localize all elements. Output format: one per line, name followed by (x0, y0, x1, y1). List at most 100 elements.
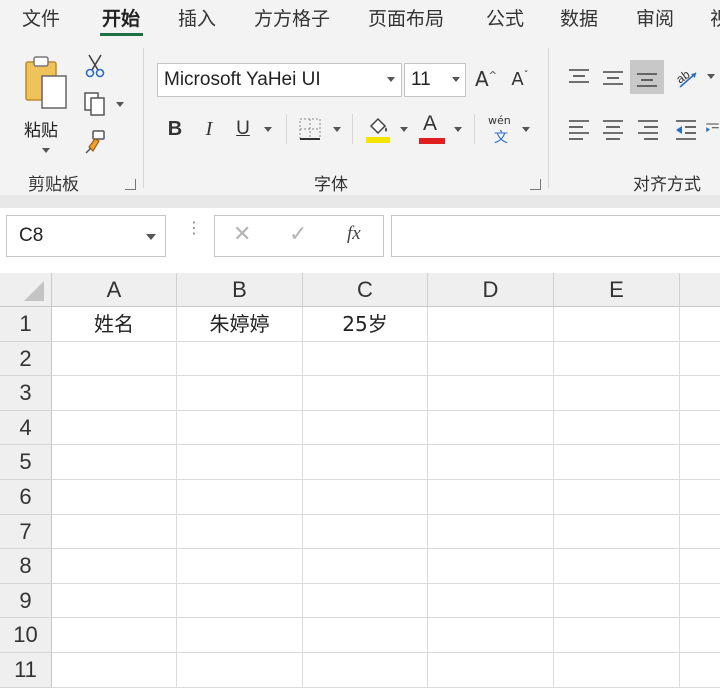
row-header-1[interactable]: 1 (0, 307, 52, 342)
more-options-icon[interactable]: ⋮ (186, 220, 202, 236)
font-size-dropdown[interactable]: 11 (404, 63, 466, 97)
row-header-2[interactable]: 2 (0, 341, 52, 377)
chevron-down-icon[interactable] (146, 234, 156, 240)
cell-a9[interactable] (52, 583, 177, 619)
phonetic-dropdown-arrow[interactable] (522, 127, 530, 132)
align-right-button[interactable] (634, 114, 662, 144)
borders-dropdown-arrow[interactable] (333, 127, 341, 132)
cell-a6[interactable] (52, 480, 177, 515)
cell-e8[interactable] (554, 549, 680, 584)
align-center-button[interactable] (599, 114, 627, 144)
decrease-indent-button[interactable] (672, 114, 700, 144)
cell-d11[interactable] (428, 653, 554, 688)
column-header-e[interactable]: E (554, 273, 680, 307)
borders-button[interactable] (296, 114, 324, 144)
row-header-4[interactable]: 4 (0, 410, 52, 446)
cell-a3[interactable] (52, 376, 177, 411)
clipboard-dialog-launcher[interactable] (125, 179, 136, 190)
cell-c3[interactable] (303, 376, 428, 411)
increase-font-size-button[interactable]: A^ (474, 64, 498, 94)
tab-review[interactable]: 审阅 (636, 6, 674, 32)
increase-indent-button[interactable] (705, 114, 720, 144)
row-header-7[interactable]: 7 (0, 514, 52, 550)
cell-f1[interactable] (680, 307, 720, 342)
cell-f2[interactable] (680, 342, 720, 377)
format-painter-button[interactable] (82, 128, 108, 156)
cell-f3[interactable] (680, 376, 720, 411)
copy-button[interactable] (82, 90, 108, 118)
cell-c9[interactable] (303, 583, 428, 619)
bold-button[interactable]: B (162, 114, 188, 144)
row-header-3[interactable]: 3 (0, 376, 52, 411)
cell-b4[interactable] (177, 410, 303, 446)
cell-f11[interactable] (680, 653, 720, 688)
paste-button[interactable]: 粘贴 (20, 52, 72, 153)
row-header-9[interactable]: 9 (0, 583, 52, 619)
paste-dropdown-arrow[interactable] (42, 148, 50, 153)
cell-a7[interactable] (52, 514, 177, 550)
underline-dropdown-arrow[interactable] (264, 127, 272, 132)
cell-b11[interactable] (177, 653, 303, 688)
fill-color-button[interactable] (364, 112, 392, 146)
cell-c4[interactable] (303, 410, 428, 446)
cell-d6[interactable] (428, 480, 554, 515)
cell-f10[interactable] (680, 618, 720, 653)
cell-f6[interactable] (680, 480, 720, 515)
cell-c8[interactable] (303, 549, 428, 584)
fill-color-dropdown-arrow[interactable] (400, 127, 408, 132)
orientation-button[interactable]: ab (672, 62, 702, 92)
italic-button[interactable]: I (196, 114, 222, 144)
top-align-button[interactable] (565, 62, 593, 92)
row-header-10[interactable]: 10 (0, 618, 52, 653)
cell-e6[interactable] (554, 480, 680, 515)
row-header-11[interactable]: 11 (0, 653, 52, 688)
cell-c2[interactable] (303, 341, 428, 377)
cell-c5[interactable] (303, 445, 428, 480)
cell-b3[interactable] (177, 376, 303, 411)
cell-a8[interactable] (52, 549, 177, 584)
row-header-5[interactable]: 5 (0, 445, 52, 480)
decrease-font-size-button[interactable]: Aˇ (508, 64, 532, 94)
select-all-corner[interactable] (0, 273, 52, 307)
enter-check-icon[interactable]: ✓ (289, 222, 307, 247)
cell-b8[interactable] (177, 549, 303, 584)
cell-a2[interactable] (52, 341, 177, 377)
cell-b6[interactable] (177, 480, 303, 515)
cell-d7[interactable] (428, 514, 554, 550)
phonetic-guide-button[interactable]: wén 文 (486, 114, 516, 146)
copy-dropdown-arrow[interactable] (116, 102, 124, 107)
insert-function-button[interactable]: fx (347, 223, 361, 245)
cell-f9[interactable] (680, 584, 720, 619)
cell-e11[interactable] (554, 653, 680, 688)
name-box[interactable]: C8 (6, 215, 166, 257)
tab-file[interactable]: 文件 (22, 6, 60, 32)
cell-e2[interactable] (554, 341, 680, 377)
underline-button[interactable]: U (230, 114, 256, 144)
cut-button[interactable] (82, 52, 108, 80)
cell-b1[interactable]: 朱婷婷 (177, 307, 303, 342)
cell-b7[interactable] (177, 514, 303, 550)
column-header-b[interactable]: B (177, 273, 303, 307)
cell-d10[interactable] (428, 618, 554, 653)
cell-d8[interactable] (428, 549, 554, 584)
row-header-6[interactable]: 6 (0, 480, 52, 515)
cell-c10[interactable] (303, 618, 428, 653)
bottom-align-button[interactable] (630, 60, 664, 94)
font-color-button[interactable]: A (418, 112, 446, 146)
cell-a4[interactable] (52, 410, 177, 446)
cell-d5[interactable] (428, 445, 554, 480)
column-header-f[interactable] (680, 273, 720, 307)
tab-fangfang-gezi[interactable]: 方方格子 (254, 6, 330, 32)
cell-e3[interactable] (554, 376, 680, 411)
column-header-d[interactable]: D (428, 273, 554, 307)
tab-formulas[interactable]: 公式 (486, 6, 524, 32)
cell-b10[interactable] (177, 618, 303, 653)
tab-page-layout[interactable]: 页面布局 (368, 6, 444, 32)
orientation-dropdown-arrow[interactable] (707, 74, 715, 79)
cell-c6[interactable] (303, 480, 428, 515)
cell-b2[interactable] (177, 341, 303, 377)
cell-c1[interactable]: 25岁 (303, 307, 428, 342)
cell-d1[interactable] (428, 307, 554, 342)
cell-f4[interactable] (680, 411, 720, 446)
cell-f7[interactable] (680, 515, 720, 550)
